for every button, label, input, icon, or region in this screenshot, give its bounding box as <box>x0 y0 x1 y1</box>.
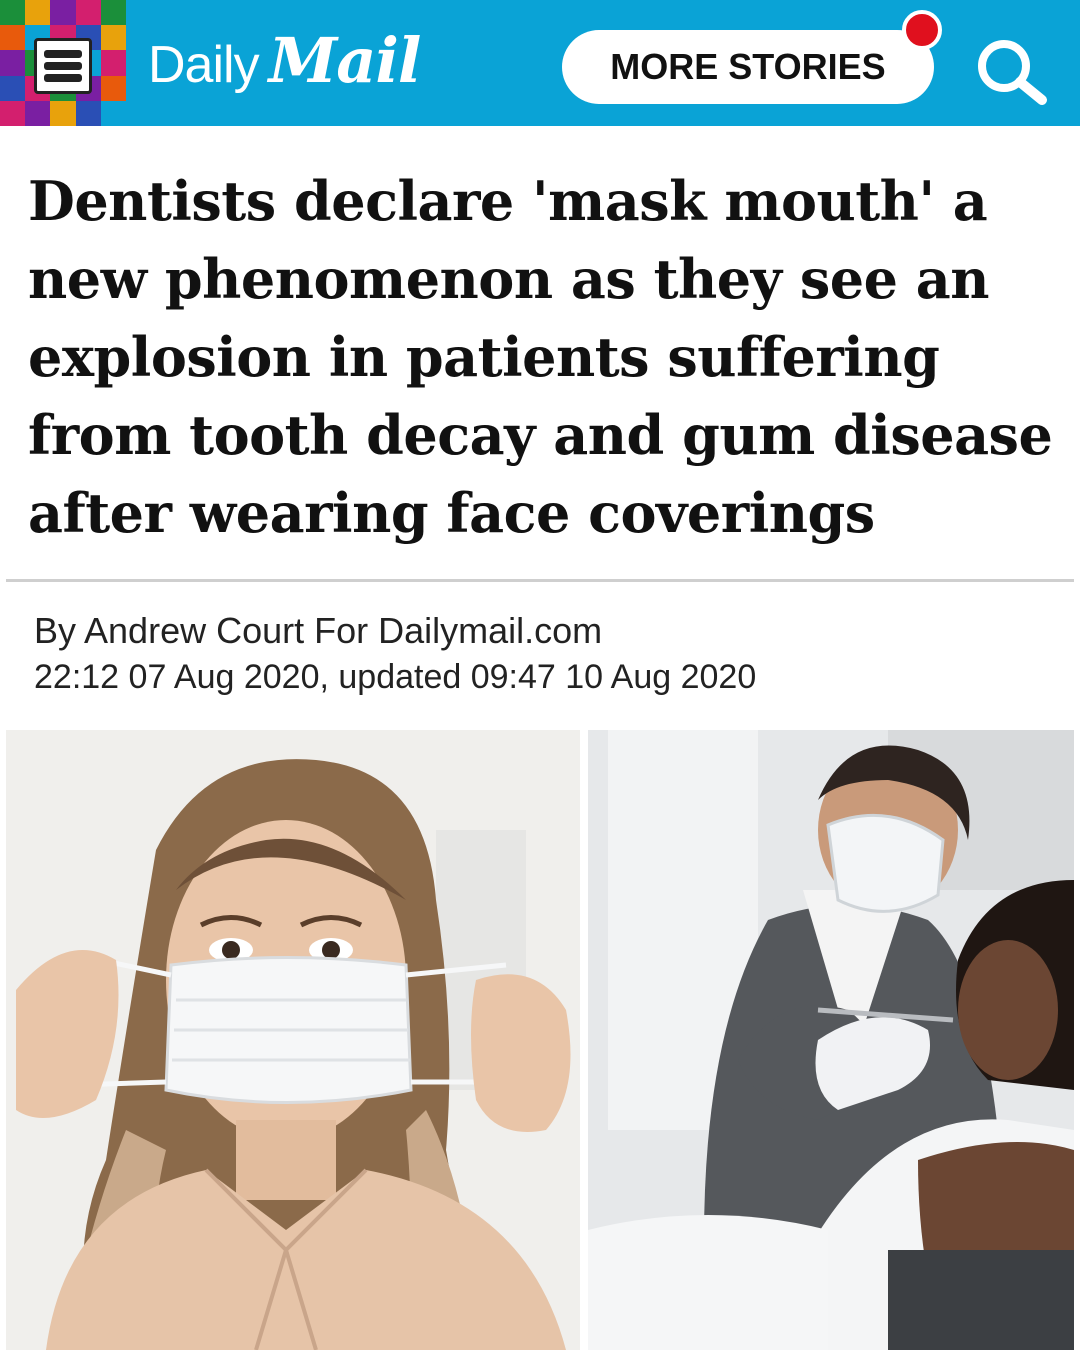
article-headline: Dentists declare 'mask mouth' a new phen… <box>28 169 1053 545</box>
dentist-with-patient-photo <box>588 730 1074 1350</box>
article-timestamp: 22:12 07 Aug 2020, updated 09:47 10 Aug … <box>34 658 757 696</box>
hamburger-menu-icon[interactable] <box>34 38 92 94</box>
brand-mail-text: Mail <box>268 24 422 97</box>
woman-with-face-mask-photo <box>6 730 580 1350</box>
notification-dot <box>902 10 942 50</box>
daily-mail-logo[interactable]: Daily Mail <box>148 24 421 104</box>
divider <box>6 579 1074 582</box>
more-stories-button[interactable]: MORE STORIES <box>562 30 934 104</box>
article-byline: By Andrew Court For Dailymail.com <box>34 610 603 651</box>
brand-daily-text: Daily <box>148 36 260 94</box>
site-header: Daily Mail MORE STORIES <box>0 0 1080 126</box>
search-icon[interactable] <box>968 34 1052 106</box>
